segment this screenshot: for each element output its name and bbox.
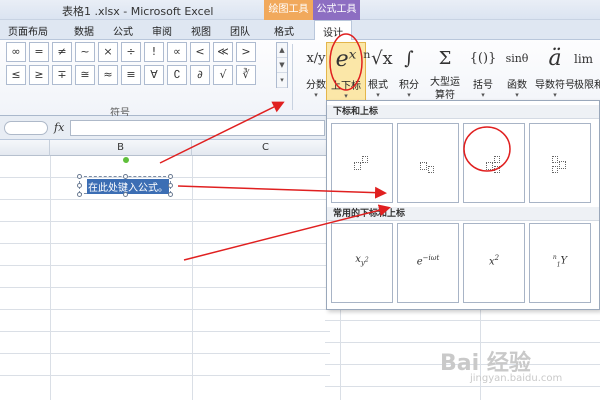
annotation-overlay	[159, 33, 511, 261]
highlight-circle-script-button	[329, 33, 363, 91]
arrow-to-ribbon	[159, 101, 285, 164]
highlight-circle-tile	[463, 126, 511, 172]
arrow-to-gallery-lower	[183, 204, 391, 261]
arrow-to-gallery	[177, 185, 387, 199]
